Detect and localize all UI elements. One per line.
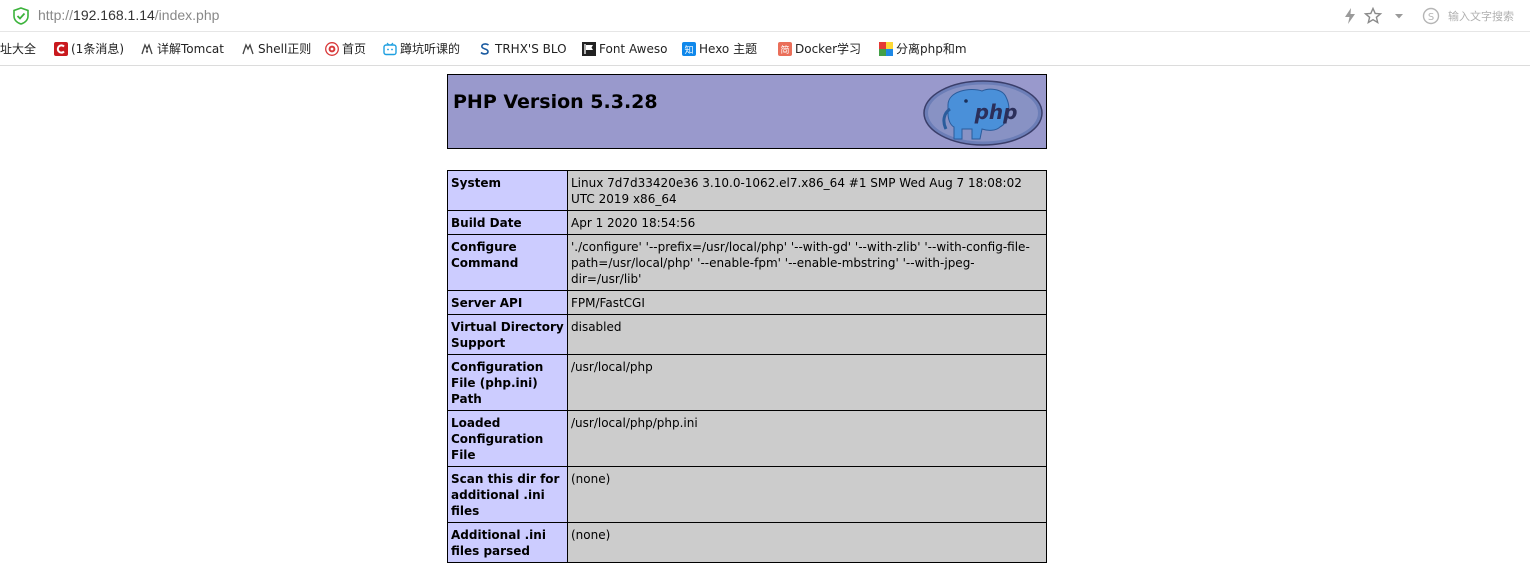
- bookmark-item[interactable]: (1条消息): [54, 32, 124, 65]
- info-key: Additional .ini files parsed: [447, 522, 568, 563]
- info-row: Server API FPM/FastCGI: [447, 290, 1047, 315]
- info-key: Virtual Directory Support: [447, 314, 568, 355]
- bookmarks-bar: 址大全 (1条消息) 详解Tomcat Shell正则 首页 蹲坑听课的 TRH…: [0, 32, 1530, 66]
- lightning-icon[interactable]: [1340, 6, 1360, 26]
- bookmark-label: (1条消息): [71, 42, 124, 56]
- search-input[interactable]: [1448, 7, 1530, 25]
- url-path: /index.php: [154, 7, 220, 23]
- chevron-down-icon[interactable]: [1389, 6, 1409, 26]
- info-row: System Linux 7d7d33420e36 3.10.0-1062.el7…: [447, 170, 1047, 211]
- info-row: Additional .ini files parsed (none): [447, 522, 1047, 563]
- star-icon[interactable]: [1363, 6, 1383, 26]
- info-key: Configuration File (php.ini) Path: [447, 354, 568, 411]
- info-value: /usr/local/php/php.ini: [567, 410, 1047, 467]
- bookmark-label: 详解Tomcat: [157, 42, 224, 56]
- bookmark-item[interactable]: 分离php和m: [879, 32, 967, 65]
- info-value: './configure' '--prefix=/usr/local/php' …: [567, 234, 1047, 291]
- info-row: Configuration File (php.ini) Path/usr/lo…: [447, 354, 1047, 411]
- php-info-table: System Linux 7d7d33420e36 3.10.0-1062.el7…: [447, 170, 1047, 563]
- bookmark-label: 址大全: [0, 42, 37, 56]
- bookmark-item[interactable]: Font Aweso: [582, 32, 667, 65]
- flag-icon: [582, 41, 596, 56]
- info-row: Virtual Directory Support disabled: [447, 314, 1047, 355]
- bilibili-icon: [383, 42, 397, 55]
- info-key: Configure Command: [447, 234, 568, 291]
- info-key: Build Date: [447, 210, 568, 235]
- info-key: System: [447, 170, 568, 211]
- svg-text:简: 简: [780, 44, 789, 56]
- info-row: Loaded Configuration File/usr/local/php/…: [447, 410, 1047, 467]
- svg-text:php: php: [974, 100, 1018, 124]
- info-value: disabled: [567, 314, 1047, 355]
- shield-secure-icon[interactable]: [12, 7, 30, 25]
- php-version-header: PHP Version 5.3.28 php: [447, 74, 1047, 149]
- info-value: Apr 1 2020 18:54:56: [567, 210, 1047, 235]
- search-box: S: [1422, 5, 1530, 27]
- bookmark-label: 蹲坑听课的: [400, 42, 461, 56]
- shell-icon: [242, 42, 254, 54]
- bookmark-item[interactable]: TRHX'S BLO: [478, 32, 567, 65]
- info-value: (none): [567, 466, 1047, 523]
- url-scheme: http://: [38, 7, 74, 23]
- home-red-icon: [325, 41, 339, 56]
- info-value: Linux 7d7d33420e36 3.10.0-1062.el7.x86_6…: [567, 170, 1047, 211]
- info-key: Scan this dir for additional .ini files: [447, 466, 568, 523]
- bookmark-label: 首页: [342, 42, 367, 56]
- jianshu-icon: 简: [778, 41, 792, 56]
- bookmark-item[interactable]: 首页: [325, 32, 366, 65]
- info-row: Scan this dir for additional .ini files(…: [447, 466, 1047, 523]
- info-key: Server API: [447, 290, 568, 315]
- bookmark-item[interactable]: 址大全: [0, 32, 36, 65]
- url-field[interactable]: http://192.168.1.14/index.php: [38, 7, 219, 23]
- zhihu-icon: 知: [682, 41, 696, 56]
- info-value: /usr/local/php: [567, 354, 1047, 411]
- bookmark-label: Hexo 主题: [699, 42, 758, 56]
- bookmark-item[interactable]: 知 Hexo 主题: [682, 32, 757, 65]
- bookmark-item[interactable]: Shell正则: [241, 32, 311, 65]
- svg-text:知: 知: [684, 44, 693, 56]
- colorful-icon: [879, 41, 893, 56]
- info-row: Configure Command './configure' '--prefix…: [447, 234, 1047, 291]
- info-value: (none): [567, 522, 1047, 563]
- bookmark-item[interactable]: 蹲坑听课的: [383, 32, 460, 65]
- sogou-search-icon[interactable]: S: [1422, 7, 1440, 25]
- address-bar: http://192.168.1.14/index.php S: [0, 0, 1530, 32]
- bookmark-label: Shell正则: [258, 42, 312, 56]
- bookmark-label: TRHX'S BLO: [495, 41, 567, 56]
- bookmark-label: Font Aweso: [599, 41, 668, 56]
- bookmark-item[interactable]: 详解Tomcat: [140, 32, 224, 65]
- php-elephant-logo: php: [923, 80, 1043, 146]
- bookmark-label: 分离php和m: [896, 42, 967, 56]
- trhx-icon: [480, 42, 489, 55]
- url-host: 192.168.1.14: [73, 7, 155, 23]
- info-key: Loaded Configuration File: [447, 410, 568, 467]
- info-row: Build Date Apr 1 2020 18:54:56: [447, 210, 1047, 235]
- svg-text:S: S: [1428, 12, 1434, 23]
- csdn-icon: [54, 41, 68, 56]
- php-version-title: PHP Version 5.3.28: [453, 91, 658, 113]
- tomcat-icon: [141, 42, 153, 54]
- info-value: FPM/FastCGI: [567, 290, 1047, 315]
- bookmark-item[interactable]: 简 Docker学习: [778, 32, 861, 65]
- bookmark-label: Docker学习: [795, 42, 862, 56]
